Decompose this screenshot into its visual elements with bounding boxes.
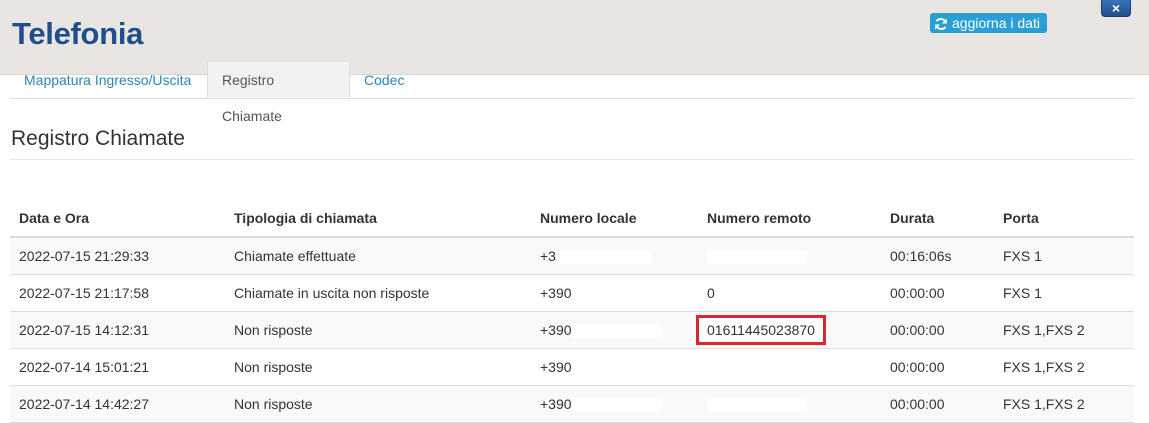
cell-datetime: 2022-07-15 21:17:58 (10, 274, 225, 312)
redaction (555, 250, 652, 265)
refresh-icon (934, 16, 948, 30)
table-row: 2022-07-15 21:29:33 Chiamate effettuate … (10, 237, 1134, 275)
column-header-remote-number: Numero remoto (698, 200, 881, 238)
cell-remote-number (698, 385, 881, 423)
cell-type: Chiamate effettuate (225, 237, 531, 275)
refresh-data-label: aggiorna i dati (952, 15, 1040, 31)
cell-type: Chiamate in uscita non risposte (225, 274, 531, 312)
cell-port: FXS 1,FXS 2 (994, 348, 1134, 386)
column-header-datetime: Data e Ora (10, 200, 225, 238)
redaction (571, 287, 632, 302)
cell-port: FXS 1,FXS 2 (994, 385, 1134, 423)
column-header-local-number: Numero locale (531, 200, 698, 238)
cell-remote-number (698, 237, 881, 275)
cell-port: FXS 1,FXS 2 (994, 311, 1134, 349)
cell-local-number: +3 (531, 237, 698, 275)
cell-datetime: 2022-07-15 21:29:33 (10, 237, 225, 275)
table-row: 2022-07-14 14:42:27 Non risposte +390 00… (10, 385, 1134, 423)
cell-datetime: 2022-07-15 14:12:31 (10, 311, 225, 349)
table-header-row: Data e Ora Tipologia di chiamata Numero … (10, 200, 1134, 238)
cell-datetime: 2022-07-14 14:42:27 (10, 385, 225, 423)
tab-mappatura[interactable]: Mappatura Ingresso/Uscita (10, 62, 207, 98)
redaction (571, 398, 662, 413)
cell-duration: 00:16:06s (881, 237, 994, 275)
cell-local-number: +390 (531, 274, 698, 312)
call-log-table: Data e Ora Tipologia di chiamata Numero … (10, 200, 1134, 423)
cell-duration: 00:00:00 (881, 348, 994, 386)
page-title: Telefonia (12, 16, 144, 51)
cell-local-number: +390 (531, 348, 698, 386)
redaction (707, 361, 797, 376)
cell-remote-number: 01611445023870 (696, 311, 881, 349)
tab-codec[interactable]: Codec (350, 62, 430, 98)
cell-port: FXS 1 (994, 274, 1134, 312)
table-row: 2022-07-15 14:12:31 Non risposte +390 01… (10, 311, 1134, 349)
refresh-data-button[interactable]: aggiorna i dati (930, 13, 1047, 33)
close-icon: × (1111, 0, 1121, 16)
redaction (707, 398, 807, 413)
cell-type: Non risposte (225, 348, 531, 386)
redaction (714, 287, 795, 302)
column-header-type: Tipologia di chiamata (225, 200, 531, 238)
tab-bar: Mappatura Ingresso/Uscita Registro Chiam… (10, 62, 1134, 124)
redaction (571, 361, 652, 376)
close-button[interactable]: × (1101, 0, 1131, 17)
section-title: Registro Chiamate (11, 127, 185, 150)
column-header-port: Porta (994, 200, 1134, 238)
section-divider (10, 159, 1134, 160)
highlighted-remote-number: 01611445023870 (696, 315, 826, 345)
redaction (707, 250, 807, 265)
cell-duration: 00:00:00 (881, 311, 994, 349)
cell-duration: 00:00:00 (881, 274, 994, 312)
cell-remote-number (698, 348, 881, 386)
cell-local-number: +390 (531, 311, 698, 349)
cell-type: Non risposte (225, 311, 531, 349)
cell-local-number: +390 (531, 385, 698, 423)
cell-remote-number: 0 (698, 274, 881, 312)
table-row: 2022-07-14 15:01:21 Non risposte +390 00… (10, 348, 1134, 386)
tab-registro-chiamate[interactable]: Registro Chiamate (207, 62, 350, 124)
redaction (571, 324, 662, 339)
table-row: 2022-07-15 21:17:58 Chiamate in uscita n… (10, 274, 1134, 312)
cell-duration: 00:00:00 (881, 385, 994, 423)
cell-datetime: 2022-07-14 15:01:21 (10, 348, 225, 386)
cell-type: Non risposte (225, 385, 531, 423)
column-header-duration: Durata (881, 200, 994, 238)
cell-port: FXS 1 (994, 237, 1134, 275)
